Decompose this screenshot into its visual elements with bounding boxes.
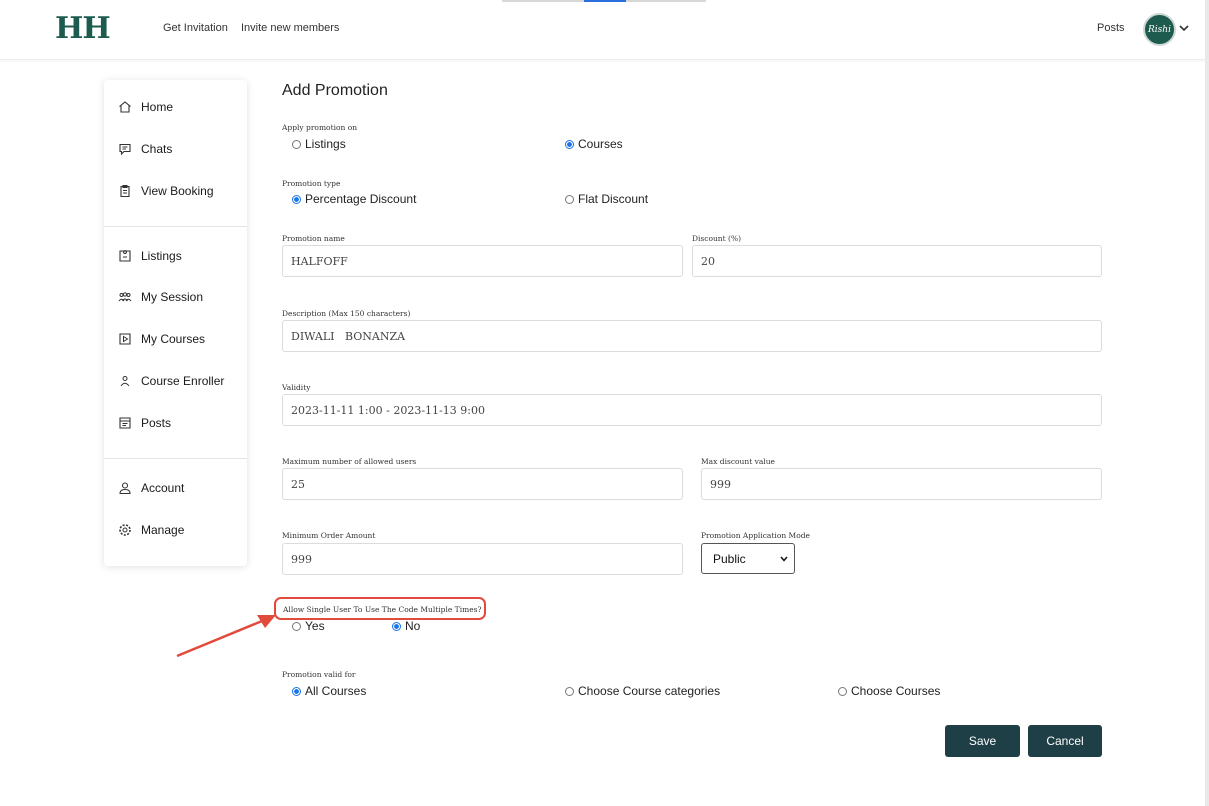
sidebar-divider bbox=[104, 226, 247, 227]
description-label: Description (Max 150 characters) bbox=[282, 309, 411, 318]
radio-yes[interactable]: Yes bbox=[292, 619, 325, 633]
page-title: Add Promotion bbox=[282, 82, 388, 99]
sidebar-item-my-session[interactable]: My Session bbox=[118, 290, 203, 304]
sidebar-item-label: Chats bbox=[141, 142, 173, 156]
validity-label: Validity bbox=[282, 383, 311, 392]
validity-input[interactable]: 2023-11-11 1:00 - 2023-11-13 9:00 bbox=[282, 394, 1102, 426]
group-icon bbox=[118, 292, 132, 302]
radio-indicator[interactable] bbox=[565, 139, 574, 149]
radio-label: Choose Courses bbox=[851, 684, 941, 698]
sidebar-item-manage[interactable]: Manage bbox=[118, 523, 184, 537]
chat-icon bbox=[119, 143, 131, 156]
radio-indicator[interactable] bbox=[292, 686, 301, 696]
annotation-highlight-box bbox=[274, 597, 486, 620]
radio-indicator[interactable] bbox=[565, 686, 574, 696]
radio-choose-courses[interactable]: Choose Courses bbox=[838, 684, 940, 698]
promo-type-label: Promotion type bbox=[282, 179, 341, 188]
radio-flat-discount[interactable]: Flat Discount bbox=[565, 192, 648, 206]
nav-get-invitation[interactable]: Get Invitation bbox=[163, 22, 228, 34]
listing-icon bbox=[119, 250, 131, 262]
play-square-icon bbox=[119, 333, 131, 345]
promo-name-input[interactable]: HALFOFF bbox=[282, 245, 683, 277]
sidebar-item-listings[interactable]: Listings bbox=[118, 249, 182, 263]
description-input[interactable]: DIWALI BONANZA bbox=[282, 320, 1102, 352]
radio-course-categories[interactable]: Choose Course categories bbox=[565, 684, 720, 698]
sidebar-item-label: Course Enroller bbox=[141, 374, 225, 388]
radio-label: Choose Course categories bbox=[578, 684, 721, 698]
sidebar-item-label: My Session bbox=[141, 290, 204, 304]
select-value: Public bbox=[713, 551, 746, 566]
app-mode-label: Promotion Application Mode bbox=[701, 531, 810, 540]
sidebar-item-home[interactable]: Home bbox=[118, 100, 173, 114]
loading-strip bbox=[502, 0, 706, 2]
sidebar-item-label: View Booking bbox=[141, 184, 214, 198]
radio-courses[interactable]: Courses bbox=[565, 137, 623, 151]
sidebar-item-view-booking[interactable]: View Booking bbox=[118, 184, 214, 198]
sidebar-item-account[interactable]: Account bbox=[118, 481, 184, 495]
radio-indicator[interactable] bbox=[292, 194, 301, 204]
max-discount-input[interactable]: 999 bbox=[701, 468, 1102, 500]
radio-indicator[interactable] bbox=[565, 194, 574, 204]
avatar[interactable]: Rishi bbox=[1143, 13, 1176, 46]
discount-input[interactable]: 20 bbox=[692, 245, 1102, 277]
gear-icon bbox=[119, 524, 131, 536]
max-users-input[interactable]: 25 bbox=[282, 468, 683, 500]
radio-no[interactable]: No bbox=[392, 619, 420, 633]
sidebar-item-posts[interactable]: Posts bbox=[118, 416, 171, 430]
apply-on-label: Apply promotion on bbox=[282, 123, 358, 132]
radio-listings[interactable]: Listings bbox=[292, 137, 346, 151]
sidebar-item-label: Account bbox=[141, 481, 185, 495]
min-order-label: Minimum Order Amount bbox=[282, 531, 376, 540]
radio-label: All Courses bbox=[305, 684, 367, 698]
max-users-label: Maximum number of allowed users bbox=[282, 457, 417, 466]
scrollbar[interactable] bbox=[1205, 0, 1209, 806]
nav-posts[interactable]: Posts bbox=[1097, 22, 1125, 34]
chevron-down-icon bbox=[780, 556, 788, 562]
sidebar-item-chats[interactable]: Chats bbox=[118, 142, 172, 156]
radio-label: Listings bbox=[305, 137, 346, 151]
sidebar-item-my-courses[interactable]: My Courses bbox=[118, 332, 205, 346]
radio-all-courses[interactable]: All Courses bbox=[292, 684, 366, 698]
valid-for-label: Promotion valid for bbox=[282, 670, 356, 679]
app-mode-select[interactable]: Public bbox=[701, 543, 795, 574]
radio-percentage-discount[interactable]: Percentage Discount bbox=[292, 192, 416, 206]
logo[interactable]: HH bbox=[55, 11, 111, 46]
radio-label: Courses bbox=[578, 137, 623, 151]
sidebar-item-label: Listings bbox=[141, 249, 182, 263]
radio-label: No bbox=[405, 619, 421, 633]
sidebar-item-label: My Courses bbox=[141, 332, 206, 346]
radio-label: Flat Discount bbox=[578, 192, 649, 206]
radio-indicator[interactable] bbox=[292, 139, 301, 149]
promo-name-label: Promotion name bbox=[282, 234, 345, 243]
radio-indicator[interactable] bbox=[392, 621, 401, 631]
sidebar-item-label: Home bbox=[141, 100, 174, 114]
account-icon bbox=[119, 482, 131, 495]
sidebar-item-label: Manage bbox=[141, 523, 185, 537]
radio-indicator[interactable] bbox=[838, 686, 847, 696]
min-order-input[interactable]: 999 bbox=[282, 543, 683, 575]
annotation-arrow-icon bbox=[176, 615, 276, 658]
save-button[interactable]: Save bbox=[945, 725, 1020, 757]
clipboard-icon bbox=[120, 184, 130, 198]
sidebar-item-course-enroller[interactable]: Course Enroller bbox=[118, 374, 224, 388]
chevron-down-icon[interactable] bbox=[1178, 22, 1190, 34]
radio-indicator[interactable] bbox=[292, 621, 301, 631]
home-icon bbox=[119, 101, 131, 113]
sidebar-divider bbox=[104, 458, 247, 459]
radio-label: Yes bbox=[305, 619, 325, 633]
max-discount-label: Max discount value bbox=[701, 457, 775, 466]
cancel-button[interactable]: Cancel bbox=[1028, 725, 1102, 757]
discount-label: Discount (%) bbox=[692, 234, 742, 243]
post-icon bbox=[119, 417, 131, 429]
sidebar-item-label: Posts bbox=[141, 416, 172, 430]
nav-invite-members[interactable]: Invite new members bbox=[241, 22, 339, 34]
user-icon bbox=[120, 376, 130, 387]
radio-label: Percentage Discount bbox=[305, 192, 417, 206]
top-navbar: HH Get Invitation Invite new members Pos… bbox=[0, 0, 1209, 60]
sidebar: Home Chats View Booking Listings My Sess… bbox=[104, 80, 247, 566]
